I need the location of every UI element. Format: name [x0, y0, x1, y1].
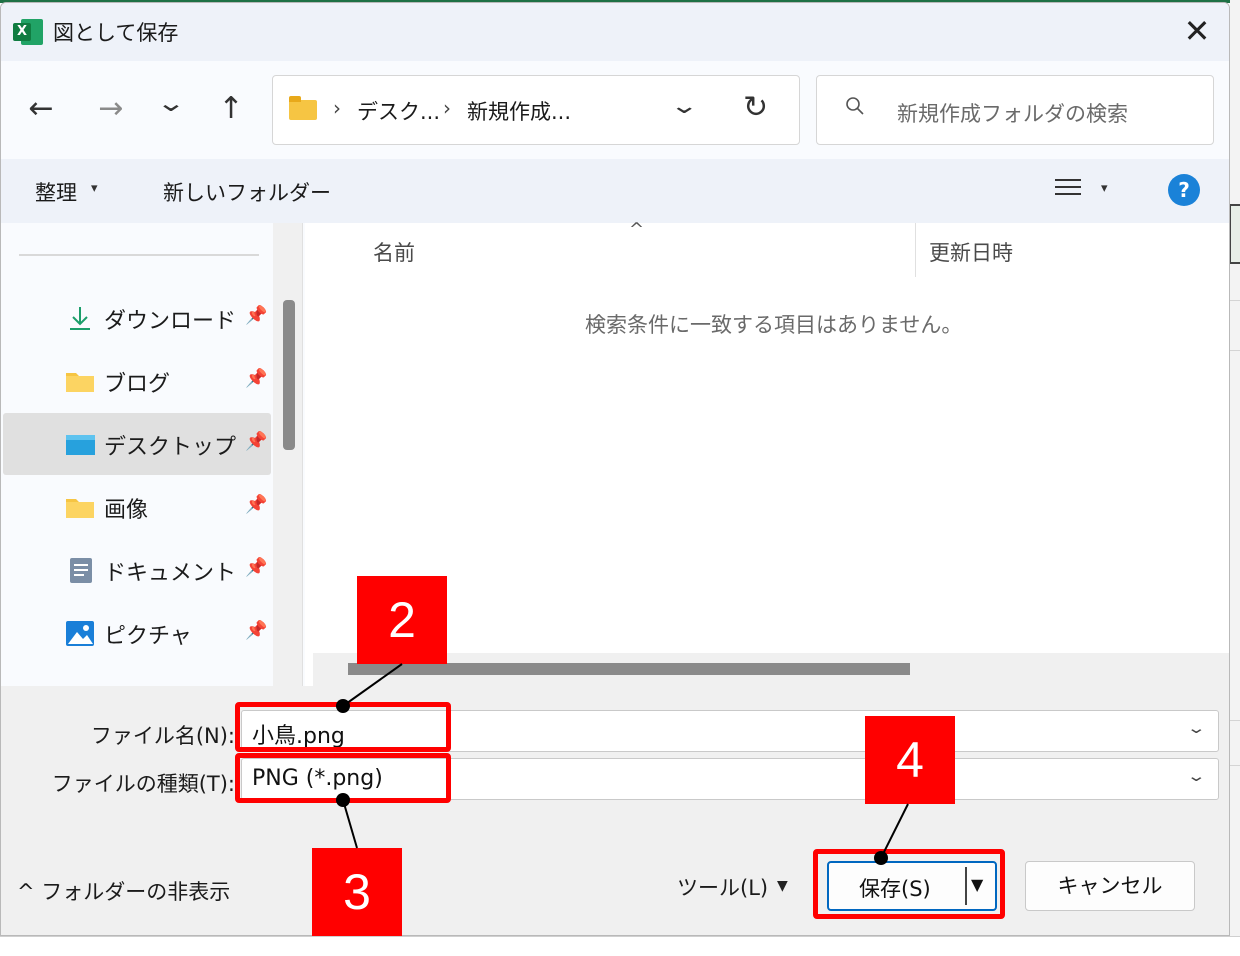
step-3-badge: 3	[312, 848, 402, 936]
pin-icon: 📌	[245, 368, 268, 389]
sidebar-item-label: ダウンロード	[104, 309, 237, 334]
command-bar: 整理 ▾ 新しいフォルダー ▾ ?	[1, 159, 1229, 223]
search-icon	[846, 97, 864, 115]
desktop-icon	[66, 435, 95, 455]
breadcrumb-new-folder[interactable]: 新規作成...	[467, 96, 571, 126]
breadcrumb-desktop[interactable]: デスク...	[357, 96, 440, 126]
sidebar-item-label: デスクトップ	[104, 435, 237, 460]
folder-icon	[66, 373, 94, 392]
filename-label: ファイル名(N):	[90, 724, 235, 748]
excel-gridline	[1230, 765, 1240, 766]
pin-icon: 📌	[245, 557, 268, 578]
tools-button[interactable]: ツール(L)	[677, 872, 768, 902]
close-button[interactable]: ✕	[1169, 11, 1225, 53]
address-bar[interactable]: › デスク... › 新規作成... ⌄ ↻	[272, 75, 800, 145]
pin-icon: 📌	[245, 494, 268, 515]
chevron-down-icon[interactable]: ⌄	[1186, 767, 1206, 785]
excel-gridline	[1230, 350, 1240, 351]
help-button[interactable]: ?	[1168, 174, 1200, 206]
sort-ascending-icon: ^	[629, 219, 645, 240]
navigation-bar: ← → ⌄ ↑ › デスク... › 新規作成... ⌄ ↻ 新規作成フォルダの…	[1, 61, 1229, 159]
leader-dot	[336, 793, 350, 807]
file-fields: ファイル名(N): 小鳥.png ⌄ ファイルの種類(T): PNG (*.pn…	[1, 686, 1229, 814]
hide-folders-button[interactable]: ^ フォルダーの非表示	[17, 876, 230, 906]
leader-dot	[874, 851, 888, 865]
sidebar-item-documents[interactable]: ドキュメント 📌	[3, 539, 271, 601]
sidebar-item-label: ドキュメント	[104, 561, 237, 586]
sidebar-item-pictures[interactable]: ピクチャ 📌	[3, 602, 271, 664]
organize-button[interactable]: 整理	[35, 177, 77, 207]
new-folder-button[interactable]: 新しいフォルダー	[163, 177, 331, 207]
navigation-pane: ダウンロード 📌 ブログ 📌 デスクトップ 📌 画像 📌 ドキュメント 📌 ピク…	[1, 223, 305, 686]
search-input[interactable]: 新規作成フォルダの検索	[816, 75, 1214, 145]
column-header-name[interactable]: 名前	[373, 237, 415, 267]
step-4-badge: 4	[865, 716, 955, 804]
forward-button[interactable]: →	[93, 91, 129, 127]
sidebar-item-blog[interactable]: ブログ 📌	[3, 350, 271, 412]
column-divider[interactable]	[915, 223, 916, 277]
pin-icon: 📌	[245, 305, 268, 326]
sidebar-item-downloads[interactable]: ダウンロード 📌	[3, 287, 271, 349]
sidebar-item-label: ブログ	[104, 372, 171, 397]
sidebar-item-desktop[interactable]: デスクトップ 📌	[3, 413, 271, 475]
excel-gridline	[1230, 300, 1240, 301]
pane-divider	[19, 254, 259, 256]
refresh-button[interactable]: ↻	[743, 90, 768, 125]
pin-icon: 📌	[245, 620, 268, 641]
scrollbar-thumb[interactable]	[348, 663, 910, 675]
sidebar-item-images[interactable]: 画像 📌	[3, 476, 271, 538]
title-bar: X 図として保存 ✕	[1, 3, 1229, 61]
folder-icon	[66, 499, 94, 518]
navigation-pane-scrollbar[interactable]	[273, 223, 303, 686]
file-list: ^ 名前 更新日時 検索条件に一致する項目はありません。	[313, 219, 1229, 686]
up-button[interactable]: ↑	[213, 91, 249, 127]
chevron-down-icon[interactable]: ▼	[777, 878, 788, 894]
breadcrumb-separator: ›	[443, 96, 451, 120]
download-icon	[70, 307, 90, 330]
scrollbar-thumb[interactable]	[283, 300, 295, 450]
sidebar-item-label: 画像	[104, 498, 149, 523]
empty-message: 検索条件に一致する項目はありません。	[585, 313, 963, 337]
pictures-icon	[66, 621, 94, 646]
sidebar-item-label: ピクチャ	[104, 624, 192, 649]
step-2-badge: 2	[357, 576, 447, 664]
excel-sheet-bottom	[0, 936, 1240, 956]
excel-sheet-edge	[1230, 0, 1240, 956]
excel-icon: X	[13, 19, 43, 45]
column-header-modified[interactable]: 更新日時	[929, 237, 1013, 267]
excel-selected-cell	[1229, 204, 1240, 264]
chevron-down-icon[interactable]: ⌄	[1186, 719, 1206, 737]
breadcrumb-separator: ›	[333, 96, 341, 120]
back-button[interactable]: ←	[23, 91, 59, 127]
pin-icon: 📌	[245, 431, 268, 452]
dialog-footer: ^ フォルダーの非表示 ツール(L) ▼ 保存(S) ▼ キャンセル	[1, 814, 1229, 935]
address-dropdown-button[interactable]: ⌄	[669, 94, 699, 119]
highlight-save-button	[813, 849, 1005, 919]
folder-icon	[289, 96, 317, 120]
view-options-icon[interactable]	[1055, 179, 1081, 201]
leader-dot	[336, 699, 350, 713]
chevron-down-icon[interactable]: ▾	[1101, 181, 1108, 196]
recent-locations-button[interactable]: ⌄	[144, 85, 198, 121]
cancel-button[interactable]: キャンセル	[1025, 861, 1195, 911]
excel-gridline	[1230, 720, 1240, 721]
document-icon	[70, 558, 92, 583]
filetype-label: ファイルの種類(T):	[51, 772, 235, 796]
save-as-picture-dialog: X 図として保存 ✕ ← → ⌄ ↑ › デスク... › 新規作成... ⌄ …	[0, 2, 1230, 936]
search-placeholder: 新規作成フォルダの検索	[897, 102, 1128, 126]
dialog-title: 図として保存	[53, 21, 179, 45]
chevron-down-icon: ▾	[91, 181, 98, 196]
